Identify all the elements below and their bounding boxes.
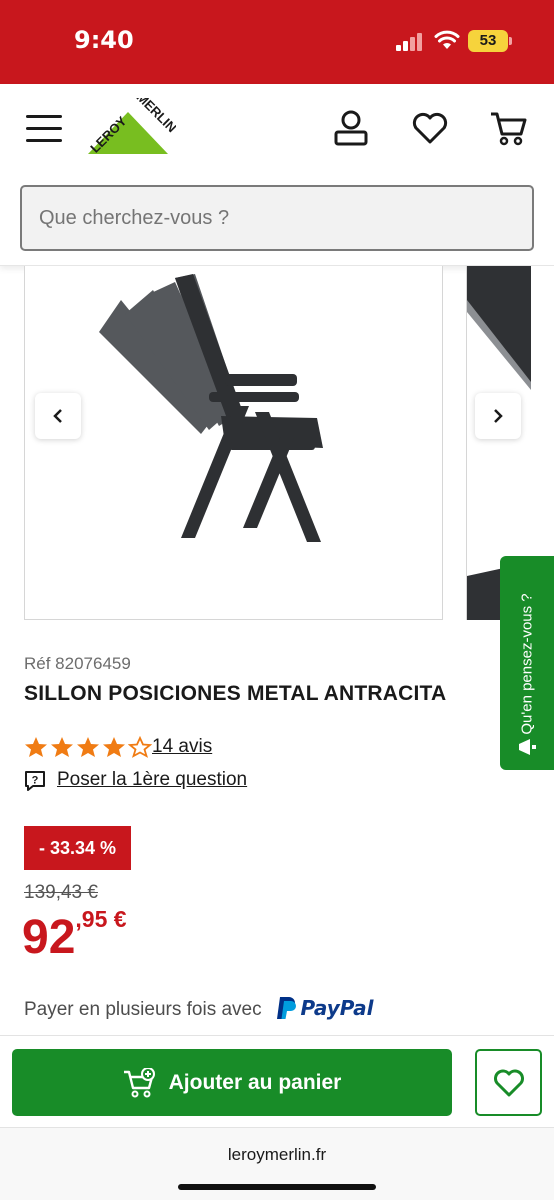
star-full-icon <box>51 737 73 757</box>
feedback-tab[interactable]: Qu'en pensez-vous ? <box>500 556 554 770</box>
browser-url[interactable]: leroymerlin.fr <box>0 1145 554 1165</box>
add-to-cart-label: Ajouter au panier <box>168 1070 342 1094</box>
paypal-logo: PayPal <box>276 996 373 1024</box>
current-price: 92,95 € <box>22 906 127 965</box>
leroy-merlin-logo[interactable]: LEROY MERLIN <box>80 98 176 158</box>
account-icon[interactable] <box>331 108 371 148</box>
add-to-cart-button[interactable]: Ajouter au panier <box>12 1049 452 1116</box>
chevron-right-icon <box>494 409 503 423</box>
cart-icon[interactable] <box>489 108 529 148</box>
product-image-main[interactable] <box>24 266 443 620</box>
cart-add-icon <box>123 1067 155 1097</box>
site-header: LEROY MERLIN <box>0 84 554 266</box>
feedback-label: Qu'en pensez-vous ? <box>518 593 536 735</box>
paypal-wordmark: PayPal <box>300 996 374 1020</box>
chevron-left-icon <box>53 409 62 423</box>
svg-text:?: ? <box>32 775 39 787</box>
product-ref: Réf 82076459 <box>24 654 131 673</box>
wishlist-button[interactable] <box>475 1049 542 1116</box>
star-full-icon <box>25 737 47 757</box>
old-price: 139,43 € <box>24 882 98 903</box>
battery-icon: 53 <box>468 30 512 52</box>
ask-question-link[interactable]: Poser la 1ère question <box>57 769 247 791</box>
star-full-icon <box>77 737 99 757</box>
carousel-prev-button[interactable] <box>35 393 81 439</box>
reviews-link[interactable]: 14 avis <box>152 736 212 758</box>
paypal-icon <box>277 997 296 1019</box>
megaphone-icon <box>519 739 536 755</box>
status-time: 9:40 <box>74 26 134 54</box>
star-full-icon <box>103 737 125 757</box>
chair-image <box>99 274 323 542</box>
carousel-next-button[interactable] <box>475 393 521 439</box>
star-empty-icon <box>128 736 152 758</box>
price-decimal: ,95 € <box>75 906 127 932</box>
cellular-signal-icon <box>396 33 422 51</box>
heart-icon[interactable] <box>410 108 450 148</box>
payment-text: Payer en plusieurs fois avec <box>24 999 262 1020</box>
product-title: SILLON POSICIONES METAL ANTRACITA <box>24 682 447 705</box>
menu-icon[interactable] <box>26 114 64 144</box>
search-input[interactable] <box>20 185 534 251</box>
price-integer: 92 <box>22 911 76 964</box>
bottom-action-bar: Ajouter au panier <box>0 1035 554 1127</box>
browser-url-bar: leroymerlin.fr <box>0 1127 554 1200</box>
home-indicator[interactable] <box>178 1184 376 1190</box>
heart-icon <box>493 1069 524 1096</box>
discount-badge: - 33.34 % <box>24 826 131 870</box>
question-icon: ? <box>25 771 45 791</box>
rating-stars[interactable] <box>24 736 152 758</box>
status-bar: 9:40 53 <box>0 0 554 84</box>
wifi-icon <box>434 30 460 49</box>
